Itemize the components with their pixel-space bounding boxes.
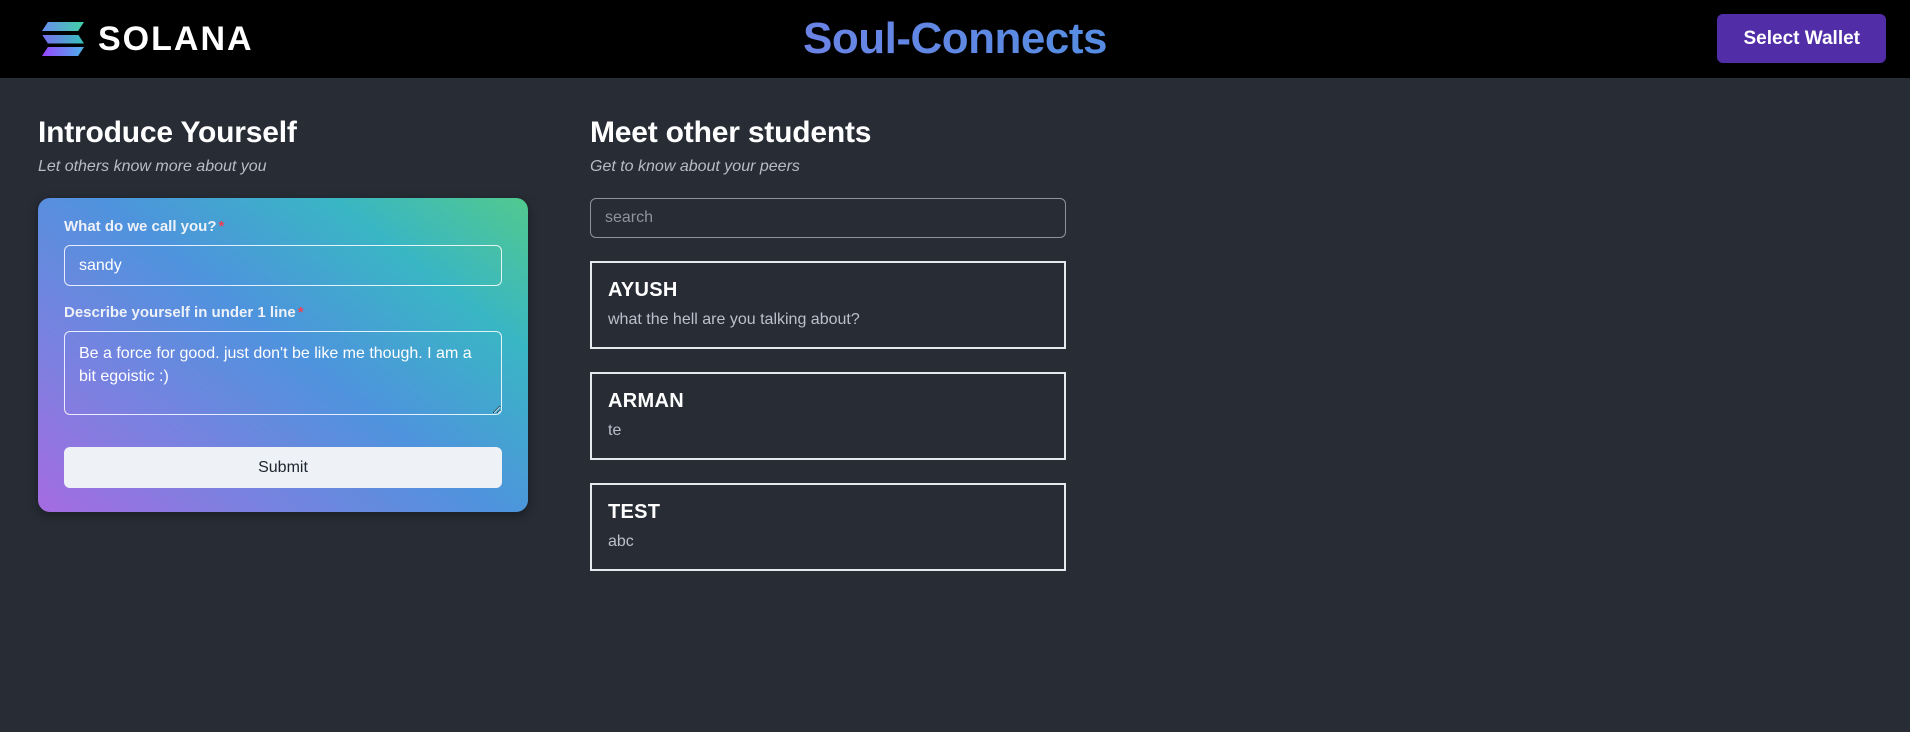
brand-logo: SOLANA [42, 20, 254, 59]
solana-logo-icon [42, 22, 84, 56]
app-title: Soul-Connects [0, 14, 1910, 64]
student-card[interactable]: ARMAN te [590, 372, 1066, 460]
name-field-group: What do we call you? * [64, 218, 502, 286]
student-name: AYUSH [608, 279, 678, 301]
introduce-title: Introduce Yourself [38, 116, 297, 149]
select-wallet-button[interactable]: Select Wallet [1717, 14, 1886, 63]
describe-textarea[interactable] [64, 331, 502, 415]
name-field-label: What do we call you? * [64, 218, 502, 235]
student-list: AYUSH what the hell are you talking abou… [590, 261, 1210, 571]
student-card[interactable]: AYUSH what the hell are you talking abou… [590, 261, 1066, 349]
student-description: te [608, 422, 622, 439]
top-navigation-bar: SOLANA Soul-Connects Select Wallet [0, 0, 1910, 78]
submit-button[interactable]: Submit [64, 447, 502, 488]
main-content: Introduce Yourself Let others know more … [0, 78, 1910, 732]
describe-field-label-text: Describe yourself in under 1 line [64, 304, 296, 321]
introduce-form-card: What do we call you?* Describe yourself … [38, 198, 528, 512]
introduce-yourself-section: Introduce Yourself Let others know more … [0, 116, 590, 732]
student-description: what the hell are you talking about? [608, 311, 860, 328]
student-name: ARMAN [608, 390, 684, 412]
name-input[interactable] [64, 245, 502, 286]
meet-students-section: Meet other students Get to know about yo… [590, 116, 1210, 732]
meet-subtitle: Get to know about your peers [590, 158, 800, 175]
solana-logo-bar-top [42, 22, 84, 31]
describe-required-asterisk: * [297, 304, 304, 321]
student-description: abc [608, 533, 634, 550]
name-required-asterisk: * [218, 218, 225, 235]
meet-title: Meet other students [590, 116, 872, 149]
solana-logo-bar-bottom [42, 47, 84, 56]
brand-name: SOLANA [98, 19, 254, 58]
search-input[interactable] [590, 198, 1066, 238]
name-field-label-text: What do we call you? [64, 218, 217, 235]
describe-field-label: Describe yourself in under 1 line * [64, 304, 502, 321]
solana-logo-bar-middle [42, 34, 84, 44]
describe-field-group: Describe yourself in under 1 line * [64, 304, 502, 415]
introduce-subtitle: Let others know more about you [38, 158, 267, 175]
student-card[interactable]: TEST abc [590, 483, 1066, 571]
student-name: TEST [608, 501, 661, 523]
